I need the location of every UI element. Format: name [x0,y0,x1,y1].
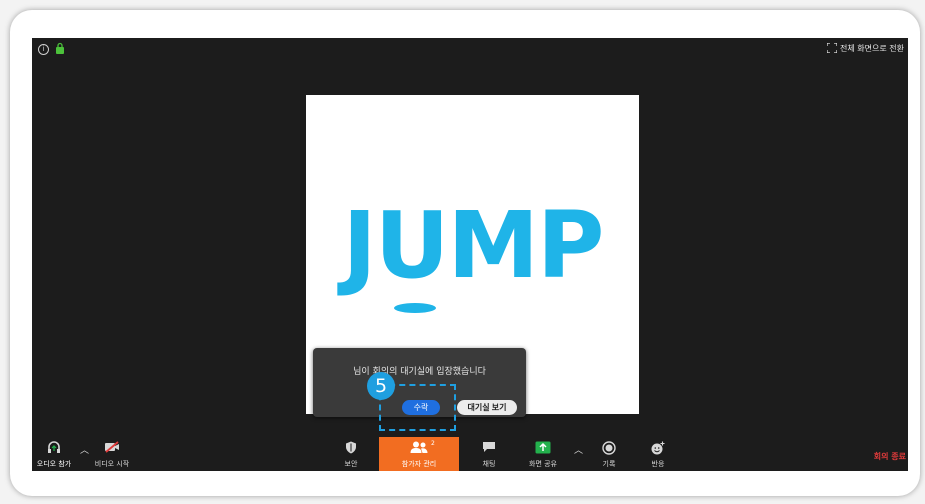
record-icon [602,441,616,455]
security-label: 보안 [344,460,358,468]
chat-button[interactable]: 채팅 [474,437,504,471]
start-video-label: 비디오 시작 [94,460,130,468]
audio-options-caret-icon[interactable]: ︿ [80,443,89,456]
security-button[interactable]: 보안 [334,437,368,471]
jump-logo-text: JUMP [342,192,605,299]
view-waiting-room-button[interactable]: 대기실 보기 [457,400,517,415]
fullscreen-icon [827,43,838,53]
chat-label: 채팅 [482,460,496,468]
join-audio-button[interactable]: 오디오 참가 [32,437,76,471]
share-screen-label: 화면 공유 [529,460,557,468]
reactions-label: 반응 [651,460,665,468]
step-number-badge: 5 [367,372,395,400]
participants-count: 2 [431,440,435,447]
participants-button[interactable]: 2 참가자 관리 [379,437,459,471]
video-off-icon [105,441,119,453]
fullscreen-label: 전체 화면으로 전환 [840,43,904,53]
info-icon[interactable]: i [38,44,49,55]
reaction-icon [651,441,665,455]
lock-icon[interactable] [55,42,65,54]
fullscreen-button[interactable]: 전체 화면으로 전환 [827,41,904,55]
participants-icon [410,441,428,453]
meeting-toolbar: 오디오 참가 ︿ 비디오 시작 보안 2 참가자 관리 채팅 화면 공유 ︿ 기… [32,437,908,471]
end-meeting-button[interactable]: 회의 종료 [874,451,906,462]
zoom-meeting-window: i 전체 화면으로 전환 JUMP 님이 회의의 대기실에 입장했습니다 수락 … [32,38,908,471]
share-screen-icon [535,441,551,454]
share-screen-button[interactable]: 화면 공유 [522,437,564,471]
reactions-button[interactable]: 반응 [643,437,673,471]
participants-label: 참가자 관리 [401,460,437,468]
share-options-caret-icon[interactable]: ︿ [574,443,583,456]
start-video-button[interactable]: 비디오 시작 [92,437,132,471]
logo-underline [394,303,436,313]
notification-message: 님이 회의의 대기실에 입장했습니다 [353,367,486,377]
meeting-topbar: i 전체 화면으로 전환 [32,38,908,60]
chat-bubble-icon [483,442,495,452]
join-audio-label: 오디오 참가 [36,460,72,468]
headphone-icon [48,441,60,453]
shield-icon [346,441,356,454]
record-button[interactable]: 기록 [594,437,624,471]
record-label: 기록 [602,460,616,468]
